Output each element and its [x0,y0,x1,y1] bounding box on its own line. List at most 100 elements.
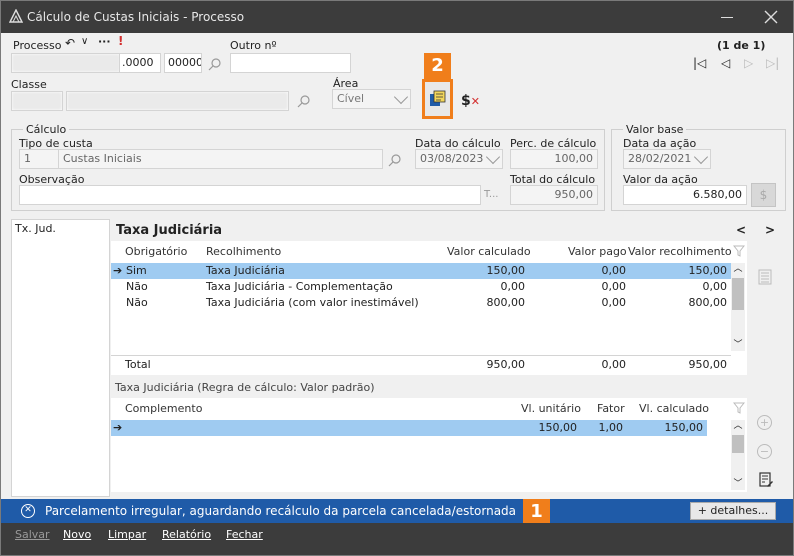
chevron-down-icon[interactable]: ∨ [81,36,88,47]
col-vl-calculado[interactable]: Vl. calculado [639,402,709,415]
clear-calculation-button[interactable]: $✕ [461,93,480,109]
section-prev-button[interactable]: < [736,223,746,237]
more-options-icon[interactable]: ··· [98,35,111,48]
area-select[interactable]: Cível [332,89,411,109]
col-complemento[interactable]: Complemento [125,402,202,415]
section-next-button[interactable]: > [765,223,775,237]
page-indicator: (1 de 1) [717,39,766,52]
dismiss-status-icon[interactable]: ✕ [21,504,35,518]
area-chevron-icon [393,90,409,105]
valor-base-group-label: Valor base [623,123,687,136]
processo-number-field[interactable] [11,53,121,73]
step-badge-1: 1 [523,499,550,525]
outro-label: Outro nº [230,39,277,52]
sub-grid-scrollbar[interactable]: ︿ ﹀ [731,420,745,490]
tipo-custa-desc-field[interactable]: Custas Iniciais [58,149,383,169]
salvar-button[interactable]: Salvar [15,528,50,541]
table-row[interactable]: ➔ Sim Taxa Judiciária 150,00 0,00 150,00 [111,263,731,279]
col-vl-unitario[interactable]: Vl. unitário [521,402,581,415]
dollar-cancel-icon: $✕ [461,93,480,109]
money-icon: $ [759,188,768,202]
taxa-section-title: Taxa Judiciária [116,223,223,238]
valor-acao-field[interactable]: 6.580,00 [623,185,747,205]
fechar-button[interactable]: Fechar [226,528,263,541]
close-window-button[interactable] [759,7,783,27]
next-record-icon[interactable]: ▷ [744,56,753,70]
limpar-button[interactable]: Limpar [108,528,146,541]
add-row-icon[interactable]: + [757,415,772,430]
app-logo-icon [9,9,23,23]
total-calculo-field[interactable]: 950,00 [510,185,598,205]
sub-scroll-up-icon[interactable]: ︿ [731,420,745,432]
valor-acao-action-button[interactable]: $ [751,183,776,207]
data-calculo-value: 03/08/2023 [420,152,484,165]
sub-scroll-down-icon[interactable]: ﹀ [731,478,745,490]
details-button[interactable]: + detalhes... [690,502,776,520]
cell-valor-recolhimento: 150,00 [688,264,728,277]
tax-list-item[interactable]: Tx. Jud. [12,220,109,237]
col-valor-calculado[interactable]: Valor calculado [447,245,531,258]
minimize-button[interactable] [715,7,739,27]
outro-field[interactable] [230,53,351,73]
novo-button[interactable]: Novo [63,528,91,541]
cell-valor-recolhimento: 0,00 [702,280,728,293]
relatorio-button[interactable]: Relatório [162,528,211,541]
last-record-icon[interactable]: ▷| [766,56,779,70]
processo-ano-field[interactable]: .0000 [119,53,161,73]
undo-icon[interactable]: ↶ [65,36,75,50]
taxa-grid: Obrigatório Recolhimento Valor calculado… [111,241,747,375]
cell-valor-pago: 0,00 [601,264,627,277]
data-calculo-field[interactable]: 03/08/2023 [415,149,503,169]
prev-record-icon[interactable]: ◁ [721,56,730,70]
sub-filter-icon[interactable] [733,402,745,414]
classe-search-icon[interactable] [297,94,311,108]
classe-label: Classe [11,78,47,91]
table-row[interactable]: Não Taxa Judiciária - Complementação 0,0… [111,279,731,295]
cell-valor-recolhimento: 800,00 [688,296,728,309]
cell-valor-calculado: 800,00 [486,296,526,309]
window-title: Cálculo de Custas Iniciais - Processo [27,10,245,24]
cell-obrigatorio: Sim [126,264,147,277]
area-value: Cível [337,92,365,105]
classe-desc-field[interactable] [66,91,289,111]
col-fator[interactable]: Fator [597,402,625,415]
calculate-button[interactable] [422,79,453,119]
scroll-down-icon[interactable]: ﹀ [731,339,745,351]
title-bar: Cálculo de Custas Iniciais - Processo [1,1,793,33]
observacao-field[interactable] [19,185,481,205]
col-recolhimento[interactable]: Recolhimento [206,245,281,258]
tipo-search-icon[interactable] [388,153,402,167]
data-acao-field[interactable]: 28/02/2021 [623,149,711,169]
calculator-icon[interactable] [758,269,772,285]
cell-recolhimento: Taxa Judiciária [206,264,285,277]
filter-icon[interactable] [733,245,745,257]
cell-vl-unitario: 150,00 [538,421,578,434]
bottom-toolbar: Salvar Novo Limpar Relatório Fechar [1,523,793,555]
minimize-icon [721,17,733,18]
sub-scroll-thumb[interactable] [732,435,744,453]
total-valor-pago: 0,00 [601,358,627,371]
col-obrigatorio[interactable]: Obrigatório [125,245,187,258]
first-record-icon[interactable]: |◁ [693,56,706,70]
search-icon[interactable] [208,57,222,71]
cell-obrigatorio: Não [126,296,148,309]
grid-scrollbar[interactable]: ︿ ﹀ [731,263,745,351]
tipo-custa-code-field[interactable]: 1 [19,149,59,169]
cell-fator: 1,00 [598,421,624,434]
scroll-thumb[interactable] [732,278,744,310]
alert-icon: ! [118,34,124,48]
status-message: Parcelamento irregular, aguardando recál… [45,504,517,518]
table-row[interactable]: ➔ 150,00 1,00 150,00 [111,420,707,436]
scroll-up-icon[interactable]: ︿ [731,263,745,275]
table-row[interactable]: Não Taxa Judiciária (com valor inestimáv… [111,295,731,311]
perc-calculo-field[interactable]: 100,00 [510,149,598,169]
observacao-expand-icon[interactable]: T... [484,189,498,200]
tax-list-panel: Tx. Jud. [11,219,110,497]
classe-code-field[interactable] [11,91,63,111]
col-valor-recolhimento[interactable]: Valor recolhimento [628,245,732,258]
calculate-icon [430,90,446,106]
edit-document-icon[interactable] [758,472,774,488]
col-valor-pago[interactable]: Valor pago [568,245,627,258]
remove-row-icon[interactable]: − [757,444,772,459]
processo-seq-field[interactable]: 00000 [164,53,202,73]
